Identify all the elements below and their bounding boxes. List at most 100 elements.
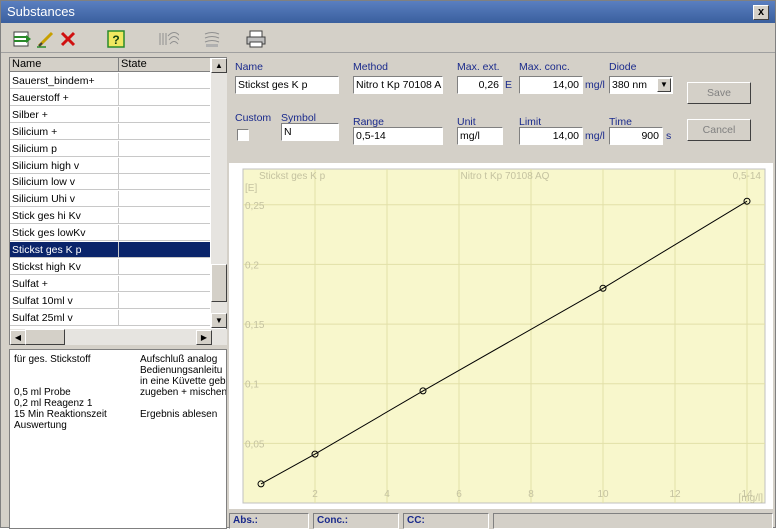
list-item-state xyxy=(118,275,210,292)
list-item[interactable]: Sauerstoff + xyxy=(10,89,210,106)
list-item[interactable]: Sulfat 25ml v xyxy=(10,309,210,326)
x-tick-label: 6 xyxy=(456,489,462,500)
chart-canvas: 2 4 6 8 10 12 140,050,10,150,20,25Stickst ges … xyxy=(242,168,766,504)
list-item[interactable]: Silber + xyxy=(10,106,210,123)
title-bar: Substances x xyxy=(1,1,775,23)
method-label: Method xyxy=(353,61,389,73)
y-axis-label: [E] xyxy=(245,183,257,194)
max-ext-field[interactable]: 0,26 xyxy=(457,76,503,94)
range-field[interactable]: 0,5-14 xyxy=(353,127,443,145)
cancel-button[interactable]: Cancel xyxy=(687,119,751,141)
signal-icon[interactable] xyxy=(157,28,179,49)
method-field[interactable]: Nitro t Kp 70108 A xyxy=(353,76,443,94)
list-item-state xyxy=(118,140,210,157)
list-item-state xyxy=(118,208,210,225)
max-conc-unit: mg/l xyxy=(585,79,605,91)
save-button[interactable]: Save xyxy=(687,82,751,104)
diode-select[interactable]: 380 nm ▼ xyxy=(609,76,673,94)
list-item[interactable]: Silicium p xyxy=(10,140,210,157)
chart-range-label: 0,5-14 xyxy=(733,171,762,182)
list-item-state xyxy=(118,123,210,140)
custom-checkbox[interactable] xyxy=(237,129,249,141)
limit-unit: mg/l xyxy=(585,130,605,142)
list-item-name: Sulfat 25ml v xyxy=(12,311,73,324)
list-item-state xyxy=(118,242,210,258)
name-field[interactable]: Stickst ges K p xyxy=(235,76,339,94)
substance-form: Name Stickst ges K p Method Nitro t Kp 7… xyxy=(229,57,773,161)
edit-icon[interactable] xyxy=(35,28,57,49)
substances-window: Substances x ? Name State Sauerst_bindem… xyxy=(0,0,776,529)
description-text: für ges. Stickstoff 0,5 ml Probe 0,2 ml … xyxy=(14,354,107,431)
scroll-up-icon[interactable]: ▲ xyxy=(211,58,227,73)
list-item[interactable]: Silicium high v xyxy=(10,157,210,174)
list-item-name: Stickst high Kv xyxy=(12,260,81,273)
list-item-state xyxy=(118,174,210,191)
time-unit: s xyxy=(666,130,672,142)
list-item-name: Stick ges lowKv xyxy=(12,227,86,240)
list-item-name: Stick ges hi Kv xyxy=(12,210,81,223)
list-item-name: Silicium p xyxy=(12,142,57,155)
substance-list: Name State Sauerst_bindem+ Sauerstoff + Si… xyxy=(9,57,227,345)
list-item-state xyxy=(118,106,210,123)
list-item-state xyxy=(118,258,210,275)
help-icon[interactable]: ? xyxy=(105,28,127,49)
list-item[interactable]: Stickst ges K p xyxy=(10,242,210,258)
horizontal-scrollbar[interactable]: ◀ ▶ xyxy=(10,329,227,345)
list-item[interactable]: Stick ges lowKv xyxy=(10,225,210,242)
scroll-down-icon[interactable]: ▼ xyxy=(211,313,227,328)
custom-label: Custom xyxy=(235,112,272,124)
list-item[interactable]: Silicium + xyxy=(10,123,210,140)
y-tick-label: 0,2 xyxy=(245,260,259,271)
status-cc: CC: xyxy=(403,513,489,529)
list-item-name: Silber + xyxy=(12,108,48,121)
x-tick-label: 10 xyxy=(597,489,609,500)
y-tick-label: 0,15 xyxy=(245,320,265,331)
list-item-name: Sulfat + xyxy=(12,277,48,290)
list-header: Name State xyxy=(10,58,210,72)
column-header-state[interactable]: State xyxy=(118,58,147,71)
y-tick-label: 0,25 xyxy=(245,201,265,212)
column-header-name[interactable]: Name xyxy=(10,58,41,71)
list-item[interactable]: Stick ges hi Kv xyxy=(10,208,210,225)
symbol-field[interactable]: N xyxy=(281,123,339,141)
x-tick-label: 12 xyxy=(669,489,681,500)
x-tick-label: 2 xyxy=(312,489,318,500)
print-icon[interactable] xyxy=(245,28,267,49)
unit-field[interactable]: mg/l xyxy=(457,127,503,145)
name-label: Name xyxy=(235,61,264,73)
list-item[interactable]: Sauerst_bindem+ xyxy=(10,73,210,89)
chevron-down-icon[interactable]: ▼ xyxy=(657,78,671,92)
status-abs: Abs.: xyxy=(229,513,309,529)
delete-icon[interactable] xyxy=(57,28,79,49)
max-ext-label: Max. ext. xyxy=(457,61,500,73)
list-item-state xyxy=(118,225,210,242)
window-title: Substances xyxy=(7,4,75,19)
calibration-chart: 2 4 6 8 10 12 14 0,05 0,1 0,15 0,2 0,25 Stickst ges … xyxy=(229,163,773,509)
list-item[interactable]: Stickst high Kv xyxy=(10,258,210,275)
status-conc: Conc.: xyxy=(313,513,399,529)
status-message xyxy=(493,513,773,529)
x-axis-label: [mg/l] xyxy=(739,493,764,504)
close-button[interactable]: x xyxy=(753,5,769,20)
list-item[interactable]: Sulfat + xyxy=(10,275,210,292)
add-icon[interactable] xyxy=(11,28,33,49)
scroll-thumb[interactable] xyxy=(211,264,227,302)
hscroll-thumb[interactable] xyxy=(25,329,65,345)
list-item[interactable]: Silicium low v xyxy=(10,174,210,191)
vertical-scrollbar[interactable]: ▲ ▼ xyxy=(211,58,227,328)
list-item-name: Silicium + xyxy=(12,125,58,138)
scroll-left-icon[interactable]: ◀ xyxy=(10,330,26,345)
time-field[interactable]: 900 xyxy=(609,127,663,145)
max-conc-label: Max. conc. xyxy=(519,61,570,73)
list-item[interactable]: Sulfat 10ml v xyxy=(10,292,210,309)
status-bar: Abs.: Conc.: CC: xyxy=(229,511,773,529)
x-tick-label: 8 xyxy=(528,489,534,500)
sound-icon[interactable] xyxy=(201,28,223,49)
list-item-state xyxy=(118,89,210,106)
description-text-right: Aufschluß analog Bedienungsanleitu in ei… xyxy=(140,354,227,420)
max-conc-field[interactable]: 14,00 xyxy=(519,76,583,94)
scroll-right-icon[interactable]: ▶ xyxy=(196,330,212,345)
list-item-name: Sauerstoff + xyxy=(12,91,69,104)
limit-field[interactable]: 14,00 xyxy=(519,127,583,145)
list-item[interactable]: Silicium Uhi v xyxy=(10,191,210,208)
